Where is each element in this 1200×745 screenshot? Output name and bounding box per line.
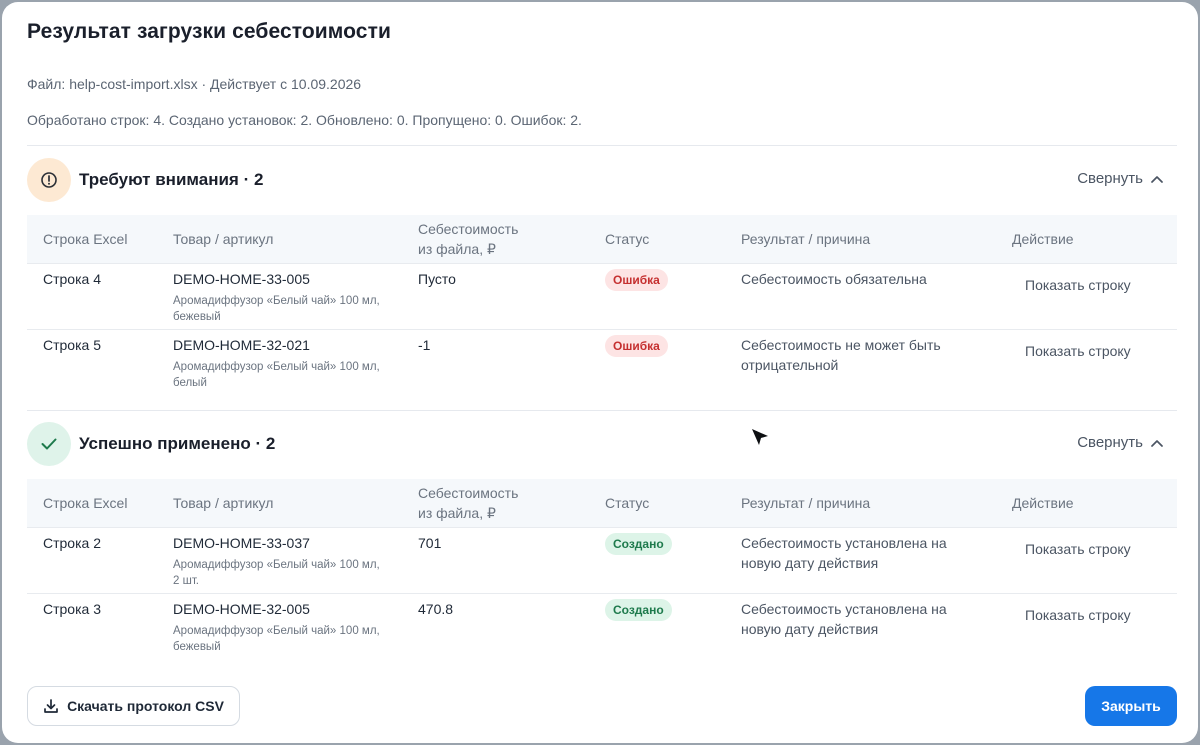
chevron-up-icon [1151,175,1163,183]
cost-value: 701 [418,535,442,551]
cost-value: 470.8 [418,601,454,617]
attention-section-title: Требуют внимания · 2 [79,170,264,189]
processing-summary: Обработано строк: 4. Создано установок: … [27,112,582,128]
col-status: Статус [605,495,650,511]
col-result: Результат / причина [741,495,871,511]
mouse-cursor-icon [751,428,771,453]
warning-circle-icon [27,158,71,202]
success-section-title: Успешно применено · 2 [79,434,276,453]
table-row: Строка 5 DEMO-HOME-32-021 Аромадиффузор … [27,329,1177,411]
result-reason-cont: новую дату действия [741,621,879,637]
col-row: Строка Excel [43,495,128,511]
result-reason: Себестоимость установлена на [741,601,947,617]
attention-section-header: Требуют внимания · 2 Свернуть [27,158,1177,202]
download-icon [44,699,58,713]
status-badge: Создано [605,533,672,555]
table-row: Строка 4 DEMO-HOME-33-005 Аромадиффузор … [27,263,1177,329]
success-table-header: Строка Excel Товар / артикул Себестоимос… [27,479,1177,527]
result-reason: Себестоимость установлена на [741,535,947,551]
product-name: Аромадиффузор «Белый чай» 100 мл, [173,559,380,571]
col-product: Товар / артикул [173,495,274,511]
dialog-title: Результат загрузки себестоимости [27,20,391,43]
result-reason-cont: новую дату действия [741,555,879,571]
download-csv-button[interactable]: Скачать протокол CSV [27,686,240,726]
show-row-button[interactable]: Показать строку [1025,541,1131,557]
product-name-cont: белый [173,377,207,389]
product-sku: DEMO-HOME-32-021 [173,337,310,353]
table-row: Строка 3 DEMO-HOME-32-005 Аромадиффузор … [27,593,1177,659]
result-reason: Себестоимость обязательна [741,271,927,287]
attention-collapse-button[interactable]: Свернуть [1077,170,1163,187]
product-name-cont: 2 шт. [173,575,200,587]
col-result: Результат / причина [741,231,871,247]
attention-table-header: Строка Excel Товар / артикул Себестоимос… [27,215,1177,263]
col-status: Статус [605,231,650,247]
status-badge: Создано [605,599,672,621]
divider [27,410,1177,411]
col-product: Товар / артикул [173,231,274,247]
show-row-button[interactable]: Показать строку [1025,607,1131,623]
status-badge: Ошибка [605,269,668,291]
col-cost-line2: из файла, ₽ [418,505,496,521]
cost-value: Пусто [418,271,456,287]
product-name-cont: бежевый [173,311,221,323]
col-row: Строка Excel [43,231,128,247]
product-sku: DEMO-HOME-32-005 [173,601,310,617]
product-sku: DEMO-HOME-33-005 [173,271,310,287]
result-reason: Себестоимость не может быть [741,337,941,353]
success-section-header: Успешно применено · 2 Свернуть [27,422,1177,466]
row-number: Строка 4 [43,271,101,287]
col-action: Действие [1012,495,1074,511]
result-reason-cont: отрицательной [741,357,839,373]
row-number: Строка 3 [43,601,101,617]
import-result-dialog: Результат загрузки себестоимости Файл: h… [2,2,1198,743]
product-name-cont: бежевый [173,641,221,653]
success-collapse-button[interactable]: Свернуть [1077,434,1163,451]
row-number: Строка 5 [43,337,101,353]
cost-value: -1 [418,337,431,353]
file-info: Файл: help-cost-import.xlsx · Действует … [27,76,362,92]
product-name: Аромадиффузор «Белый чай» 100 мл, [173,625,380,637]
check-icon [27,422,71,466]
row-number: Строка 2 [43,535,101,551]
product-name: Аромадиффузор «Белый чай» 100 мл, [173,295,380,307]
divider [27,145,1177,146]
chevron-up-icon [1151,439,1163,447]
close-button[interactable]: Закрыть [1085,686,1177,726]
show-row-button[interactable]: Показать строку [1025,343,1131,359]
collapse-label: Свернуть [1077,170,1143,187]
table-row: Строка 2 DEMO-HOME-33-037 Аромадиффузор … [27,527,1177,593]
status-badge: Ошибка [605,335,668,357]
col-action: Действие [1012,231,1074,247]
show-row-button[interactable]: Показать строку [1025,277,1131,293]
product-sku: DEMO-HOME-33-037 [173,535,310,551]
col-cost-line2: из файла, ₽ [418,241,496,257]
col-cost-line1: Себестоимость [418,221,519,237]
col-cost-line1: Себестоимость [418,485,519,501]
product-name: Аромадиффузор «Белый чай» 100 мл, [173,361,380,373]
download-csv-label: Скачать протокол CSV [67,698,224,714]
collapse-label: Свернуть [1077,434,1143,451]
